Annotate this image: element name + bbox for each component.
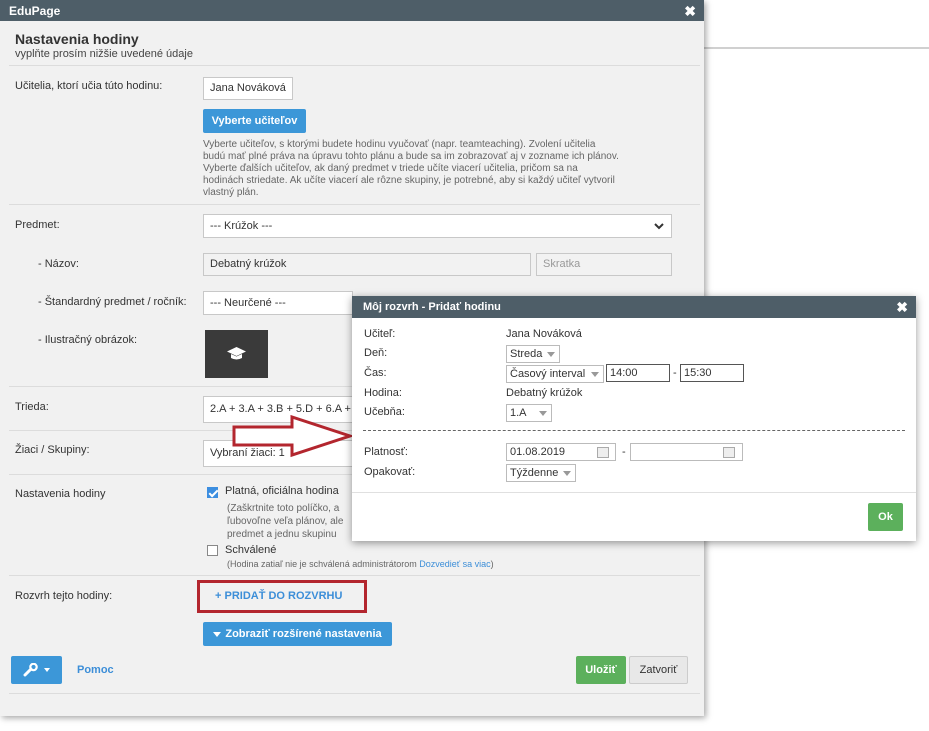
- schedule-label: Rozvrh tejto hodiny:: [15, 590, 113, 602]
- caret-down-icon: [591, 372, 599, 377]
- subject-value: --- Krúžok ---: [210, 220, 273, 232]
- selected-teacher: Jana Nováková: [203, 77, 293, 100]
- graduation-cap-icon: [227, 347, 246, 360]
- validity-from-input[interactable]: 01.08.2019: [506, 443, 616, 461]
- help-line: Vyberte ďalších učiteľov, ak daný predme…: [203, 163, 578, 174]
- caret-down-icon: [547, 352, 555, 357]
- app-title: EduPage: [9, 4, 61, 18]
- background-divider: [704, 47, 929, 49]
- approved-help-end: ): [490, 559, 494, 569]
- approved-label: Schválené: [225, 544, 277, 556]
- official-help: (Zaškrtnite toto políčko, a ľubovoľne ve…: [227, 502, 343, 541]
- arrow-annotation: [232, 415, 354, 458]
- divider: [9, 693, 700, 694]
- official-label: Platná, oficiálna hodina: [225, 485, 339, 497]
- official-checkbox[interactable]: [207, 487, 218, 498]
- page-subtitle: vyplňte prosím nižšie uvedené údaje: [15, 48, 193, 60]
- approved-help-text: (Hodina zatiaľ nie je schválená administ…: [227, 559, 417, 569]
- lesson-label: Hodina:: [364, 387, 402, 399]
- time-separator: -: [673, 367, 677, 379]
- help-line: Vyberte učiteľov, s ktorými budete hodin…: [203, 139, 596, 150]
- caret-down-icon: [539, 411, 547, 416]
- help-line: predmet a jednu skupinu: [227, 529, 337, 540]
- students-label: Žiaci / Skupiny:: [15, 444, 90, 456]
- time-from-input[interactable]: 14:00: [606, 364, 670, 382]
- time-mode-value: Časový interval: [510, 368, 586, 380]
- divider: [9, 65, 700, 66]
- validity-to-input[interactable]: [630, 443, 743, 461]
- window-titlebar: EduPage ✖: [0, 0, 704, 21]
- help-line: ľubovoľne veľa plánov, ale: [227, 516, 344, 527]
- time-to-input[interactable]: 15:30: [680, 364, 744, 382]
- chevron-down-icon: [654, 223, 664, 230]
- add-lesson-dialog: Môj rozvrh - Pridať hodinu ✖ Učiteľ: Jan…: [352, 296, 916, 541]
- time-mode-select[interactable]: Časový interval: [506, 365, 604, 383]
- validity-label: Platnosť:: [364, 446, 408, 458]
- standard-subject-label: - Štandardný predmet / ročník:: [38, 296, 187, 308]
- teacher-value: Jana Nováková: [506, 328, 582, 340]
- approved-checkbox[interactable]: [207, 545, 218, 556]
- ok-button[interactable]: Ok: [868, 503, 903, 531]
- show-advanced-label: Zobraziť rozšírené nastavenia: [225, 628, 382, 640]
- learn-more-link[interactable]: Dozvedieť sa viac: [419, 559, 490, 569]
- lesson-settings-label: Nastavenia hodiny: [15, 488, 106, 500]
- calendar-icon[interactable]: [723, 447, 735, 458]
- caret-down-icon: [44, 668, 50, 672]
- help-line: (Zaškrtnite toto políčko, a: [227, 503, 340, 514]
- save-button[interactable]: Uložiť: [576, 656, 626, 684]
- approved-help: (Hodina zatiaľ nie je schválená administ…: [227, 559, 494, 569]
- close-button[interactable]: Zatvoriť: [629, 656, 688, 684]
- tools-button[interactable]: [11, 656, 62, 684]
- abbreviation-field[interactable]: Skratka: [536, 253, 672, 276]
- lesson-value: Debatný krúžok: [506, 387, 583, 399]
- dialog-footer-divider: [352, 492, 916, 493]
- name-label: - Názov:: [38, 258, 79, 270]
- close-icon[interactable]: ✖: [684, 3, 696, 20]
- room-label: Učebňa:: [364, 406, 405, 418]
- teacher-label: Učiteľ:: [364, 328, 396, 340]
- close-icon[interactable]: ✖: [896, 299, 908, 316]
- room-value: 1.A: [510, 407, 527, 419]
- name-field[interactable]: Debatný krúžok: [203, 253, 531, 276]
- repeat-label: Opakovať:: [364, 466, 416, 478]
- standard-subject-select[interactable]: --- Neurčené ---: [203, 291, 353, 315]
- day-label: Deň:: [364, 347, 388, 359]
- divider: [9, 575, 700, 576]
- repeat-select[interactable]: Týždenne: [506, 464, 576, 482]
- day-select[interactable]: Streda: [506, 345, 560, 363]
- dialog-title: Môj rozvrh - Pridať hodinu: [363, 301, 501, 313]
- help-line: hodinách striedate. Ak učíte viacerí ale…: [203, 175, 615, 186]
- page-title: Nastavenia hodiny: [15, 31, 139, 47]
- room-select[interactable]: 1.A: [506, 404, 552, 422]
- subject-label: Predmet:: [15, 219, 60, 231]
- illustration-image[interactable]: [205, 330, 268, 378]
- help-link[interactable]: Pomoc: [77, 664, 114, 676]
- dialog-titlebar: Môj rozvrh - Pridať hodinu ✖: [352, 296, 916, 318]
- validity-from-value: 01.08.2019: [510, 446, 566, 458]
- class-label: Trieda:: [15, 401, 49, 413]
- day-value: Streda: [510, 348, 543, 360]
- subject-select[interactable]: --- Krúžok ---: [203, 214, 672, 238]
- teachers-help: Vyberte učiteľov, s ktorými budete hodin…: [203, 139, 683, 199]
- teachers-label: Učitelia, ktorí učia túto hodinu:: [15, 80, 163, 92]
- show-advanced-button[interactable]: Zobraziť rozšírené nastavenia: [203, 622, 392, 646]
- validity-separator: -: [622, 446, 626, 458]
- divider: [9, 204, 700, 205]
- repeat-value: Týždenne: [510, 467, 559, 479]
- wrench-icon: [23, 663, 38, 677]
- help-line: budú mať plné práva na úpravu tohto plán…: [203, 151, 619, 162]
- calendar-icon[interactable]: [597, 447, 609, 458]
- add-to-schedule-link[interactable]: + PRIDAŤ DO ROZVRHU: [215, 590, 342, 602]
- dashed-divider: [363, 430, 905, 431]
- caret-down-icon: [563, 471, 571, 476]
- select-teachers-button[interactable]: Vyberte učiteľov: [203, 109, 306, 133]
- illustration-label: - Ilustračný obrázok:: [38, 334, 138, 346]
- help-line: vlastný plán.: [203, 187, 259, 198]
- time-label: Čas:: [364, 367, 387, 379]
- caret-down-icon: [213, 631, 222, 637]
